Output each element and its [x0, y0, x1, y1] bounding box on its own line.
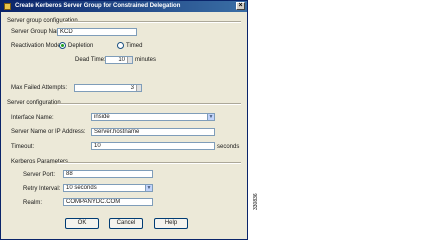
spin-arrows-icon[interactable]	[136, 85, 141, 91]
timed-radio[interactable]	[117, 42, 124, 49]
depletion-label: Depletion	[68, 43, 94, 49]
retry-interval-value: 10 seconds	[66, 185, 97, 191]
max-failed-attempts-value: 3	[130, 85, 134, 91]
realm-label: Realm:	[23, 200, 43, 206]
section-divider	[63, 21, 241, 23]
section-divider	[57, 103, 241, 105]
timeout-input[interactable]: 10	[91, 142, 215, 150]
server-port-input[interactable]: 88	[63, 170, 153, 178]
chevron-down-icon[interactable]: ▼	[145, 185, 152, 191]
reactivation-mode-label: Reactivation Mode:	[11, 43, 63, 49]
server-name-input[interactable]: Server.hostname	[91, 128, 215, 136]
retry-interval-label: Retry Interval:	[23, 186, 61, 192]
dead-time-value: 10	[118, 57, 125, 63]
server-configuration-section-label: Server configuration	[7, 100, 61, 106]
window-title: Create Kerberos Server Group for Constra…	[15, 3, 181, 9]
interface-name-value: inside	[94, 114, 110, 120]
seconds-label: seconds	[217, 144, 240, 150]
figure-id: 330836	[253, 193, 259, 210]
close-button[interactable]: ×	[236, 2, 245, 10]
server-group-name-input[interactable]: KCD	[57, 28, 137, 36]
ok-button[interactable]: OK	[65, 218, 99, 229]
help-button[interactable]: Help	[154, 218, 188, 229]
app-icon	[4, 3, 11, 10]
server-name-label: Server Name or IP Address:	[11, 129, 86, 135]
cancel-button[interactable]: Cancel	[109, 218, 143, 229]
max-failed-attempts-stepper[interactable]: 3	[74, 84, 142, 92]
chevron-down-icon[interactable]: ▼	[207, 114, 214, 120]
dead-time-stepper[interactable]: 10	[105, 56, 133, 64]
kerberos-server-group-dialog: Create Kerberos Server Group for Constra…	[0, 0, 248, 240]
section-divider	[57, 162, 241, 164]
depletion-radio[interactable]	[59, 42, 66, 49]
server-port-label: Server Port:	[23, 172, 56, 178]
minutes-label: minutes	[135, 57, 157, 63]
spin-arrows-icon[interactable]	[127, 57, 132, 63]
interface-name-label: Interface Name:	[11, 115, 54, 121]
realm-input[interactable]: COMPANYDC.COM	[63, 198, 153, 206]
timeout-label: Timeout:	[11, 144, 35, 150]
interface-name-dropdown[interactable]: inside ▼	[91, 113, 215, 121]
max-failed-attempts-label: Max Failed Attempts:	[11, 85, 68, 91]
dead-time-label: Dead Time:	[75, 57, 106, 63]
timed-label: Timed	[126, 43, 143, 49]
retry-interval-dropdown[interactable]: 10 seconds ▼	[63, 184, 153, 192]
title-bar: Create Kerberos Server Group for Constra…	[1, 1, 247, 12]
